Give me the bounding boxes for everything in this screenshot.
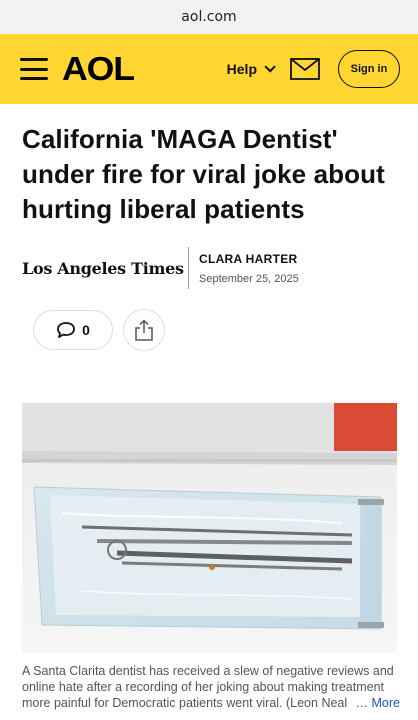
comment-count: 0 [82,322,90,338]
help-label: Help [226,61,257,77]
chevron-down-icon [264,61,276,73]
byline: Los Angeles Times CLARA HARTER September… [22,247,396,289]
help-menu-button[interactable]: Help [226,61,276,77]
dental-tools-image [22,403,397,653]
comments-button[interactable]: 0 [33,310,113,350]
mail-icon[interactable] [290,58,320,80]
browser-url-bar[interactable]: aol.com [0,0,418,34]
source-logo[interactable]: Los Angeles Times [22,259,188,278]
comment-icon [57,322,75,338]
aol-logo[interactable]: AOL [62,50,135,88]
article-headline: California 'MAGA Dentist' under fire for… [22,124,385,224]
article-photo[interactable] [22,403,397,653]
photo-caption: A Santa Clarita dentist has received a s… [22,664,394,710]
share-button[interactable] [123,309,165,351]
author-name[interactable]: CLARA HARTER [199,252,299,266]
site-header: AOL Help Sign in [0,34,418,104]
byline-divider [188,247,189,289]
caption-more-link[interactable]: … More [349,696,400,710]
url-text: aol.com [181,9,237,25]
share-icon [135,319,153,341]
article-actions: 0 [33,309,418,351]
sign-in-button[interactable]: Sign in [338,50,400,88]
more-label: More [371,696,400,710]
hamburger-icon[interactable] [20,58,48,80]
publish-date: September 25, 2025 [199,272,299,285]
